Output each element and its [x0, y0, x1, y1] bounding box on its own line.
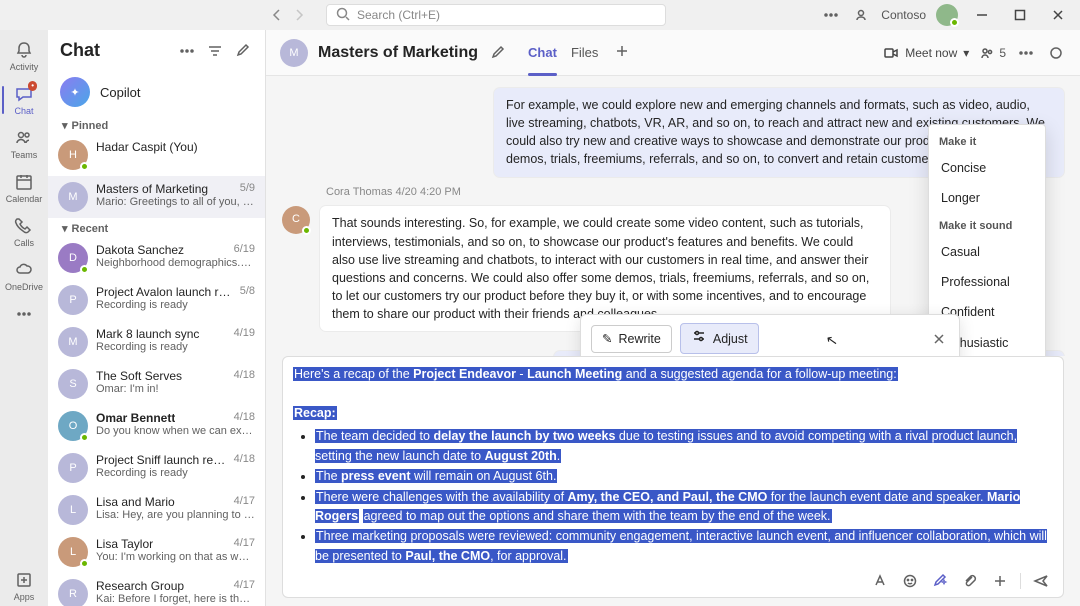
- rail-calendar[interactable]: Calendar: [2, 168, 46, 208]
- chevron-down-icon: ▾: [62, 119, 68, 132]
- avatar: L: [58, 537, 88, 567]
- avatar: C: [282, 206, 310, 234]
- chat-item[interactable]: MMark 8 launch sync4/19Recording is read…: [48, 321, 265, 363]
- plus-icon[interactable]: [990, 571, 1010, 591]
- chevron-down-icon: ▾: [963, 46, 969, 60]
- avatar: P: [58, 285, 88, 315]
- avatar: P: [58, 453, 88, 483]
- chat-item[interactable]: RResearch Group4/17Kai: Before I forget,…: [48, 573, 265, 606]
- filter-icon[interactable]: [205, 41, 225, 61]
- menu-item-concise[interactable]: Concise: [929, 153, 1045, 183]
- participants-button[interactable]: 5: [979, 45, 1006, 61]
- chat-title: Masters of Marketing: [318, 44, 478, 62]
- app-rail: Activity •Chat Teams Calendar Calls OneD…: [0, 30, 48, 606]
- copilot-label: Copilot: [100, 85, 140, 100]
- avatar: R: [58, 579, 88, 606]
- chat-item[interactable]: PProject Sniff launch readiness review4/…: [48, 447, 265, 489]
- recent-section[interactable]: ▾Recent: [48, 218, 265, 237]
- rail-teams[interactable]: Teams: [2, 124, 46, 164]
- tenant-label: Contoso: [881, 8, 926, 22]
- more-icon[interactable]: [821, 5, 841, 25]
- chat-list: Chat ✦ Copilot ▾Pinned H Hadar Caspit (Y…: [48, 30, 266, 606]
- chat-avatar: M: [280, 39, 308, 67]
- chat-item[interactable]: LLisa and Mario4/17Lisa: Hey, are you pl…: [48, 489, 265, 531]
- avatar: O: [58, 411, 88, 441]
- avatar: L: [58, 495, 88, 525]
- chat-item[interactable]: SThe Soft Serves4/18Omar: I'm in!: [48, 363, 265, 405]
- nav-forward[interactable]: [290, 6, 308, 24]
- tab-chat[interactable]: Chat: [528, 41, 557, 64]
- account-avatar[interactable]: [936, 4, 958, 26]
- chevron-down-icon: ▾: [62, 222, 68, 235]
- rail-more[interactable]: [2, 300, 46, 328]
- new-chat-icon[interactable]: [233, 41, 253, 61]
- emoji-icon[interactable]: [900, 571, 920, 591]
- close-icon[interactable]: [929, 329, 949, 349]
- rail-onedrive[interactable]: OneDrive: [2, 256, 46, 296]
- compose-toolbar: [293, 567, 1053, 593]
- search-input[interactable]: Search (Ctrl+E): [326, 4, 666, 26]
- sparkle-icon: ✎: [602, 330, 612, 348]
- chat-badge: •: [28, 81, 37, 91]
- menu-section-label: Make it sound: [929, 213, 1045, 237]
- avatar: H: [58, 140, 88, 170]
- menu-section-label: Make it: [929, 129, 1045, 153]
- chat-pane: M Masters of Marketing Chat Files Meet n…: [266, 30, 1080, 606]
- nav-back[interactable]: [268, 6, 286, 24]
- sliders-icon: [691, 328, 707, 349]
- chat-more-icon[interactable]: [1016, 43, 1036, 63]
- chat-header: M Masters of Marketing Chat Files Meet n…: [266, 30, 1080, 76]
- rewrite-button[interactable]: ✎Rewrite: [591, 325, 672, 353]
- pinned-section[interactable]: ▾Pinned: [48, 115, 265, 134]
- menu-item-longer[interactable]: Longer: [929, 183, 1045, 213]
- rail-activity[interactable]: Activity: [2, 36, 46, 76]
- avatar: D: [58, 243, 88, 273]
- edit-title-icon[interactable]: [488, 43, 508, 63]
- tab-files[interactable]: Files: [571, 41, 598, 64]
- add-tab-icon[interactable]: [612, 41, 632, 61]
- chat-item[interactable]: OOmar Bennett4/18Do you know when we can…: [48, 405, 265, 447]
- adjust-button[interactable]: Adjust: [680, 323, 759, 354]
- copilot-icon: ✦: [60, 77, 90, 107]
- chat-item[interactable]: DDakota Sanchez6/19Neighborhood demograp…: [48, 237, 265, 279]
- search-placeholder: Search (Ctrl+E): [357, 8, 440, 22]
- compose-content[interactable]: Here's a recap of the Project Endeavor -…: [293, 365, 1053, 566]
- avatar: M: [58, 182, 88, 212]
- chatlist-more[interactable]: [177, 41, 197, 61]
- avatar: M: [58, 327, 88, 357]
- copilot-popover: ✎Rewrite Adjust Choose an option above f…: [580, 314, 960, 356]
- titlebar: Search (Ctrl+E) Contoso: [0, 0, 1080, 30]
- copilot-entry[interactable]: ✦ Copilot: [48, 69, 265, 115]
- window-minimize[interactable]: [968, 1, 996, 29]
- menu-item-professional[interactable]: Professional: [929, 267, 1045, 297]
- chatlist-title: Chat: [60, 40, 169, 61]
- chat-item-pinned[interactable]: H Hadar Caspit (You): [48, 134, 265, 176]
- attach-icon[interactable]: [960, 571, 980, 591]
- window-maximize[interactable]: [1006, 1, 1034, 29]
- rail-chat[interactable]: •Chat: [2, 80, 46, 120]
- copilot-header-icon[interactable]: [1046, 43, 1066, 63]
- window-close[interactable]: [1044, 1, 1072, 29]
- menu-item-casual[interactable]: Casual: [929, 237, 1045, 267]
- avatar: S: [58, 369, 88, 399]
- rail-apps[interactable]: Apps: [2, 566, 46, 606]
- search-icon: [335, 6, 351, 25]
- message-bubble[interactable]: That sounds interesting. So, for example…: [320, 206, 890, 331]
- messages: For example, we could explore new and em…: [266, 76, 1080, 356]
- rail-calls[interactable]: Calls: [2, 212, 46, 252]
- people-icon[interactable]: [851, 5, 871, 25]
- send-button[interactable]: [1031, 571, 1051, 591]
- compose-box[interactable]: Here's a recap of the Project Endeavor -…: [282, 356, 1064, 598]
- chat-item[interactable]: LLisa Taylor4/17You: I'm working on that…: [48, 531, 265, 573]
- copilot-compose-icon[interactable]: [930, 571, 950, 591]
- format-icon[interactable]: [870, 571, 890, 591]
- chat-item[interactable]: PProject Avalon launch readiness5/8Recor…: [48, 279, 265, 321]
- meet-now-button[interactable]: Meet now▾: [883, 45, 969, 61]
- chat-item-pinned[interactable]: M Masters of Marketing5/9Mario: Greeting…: [48, 176, 265, 218]
